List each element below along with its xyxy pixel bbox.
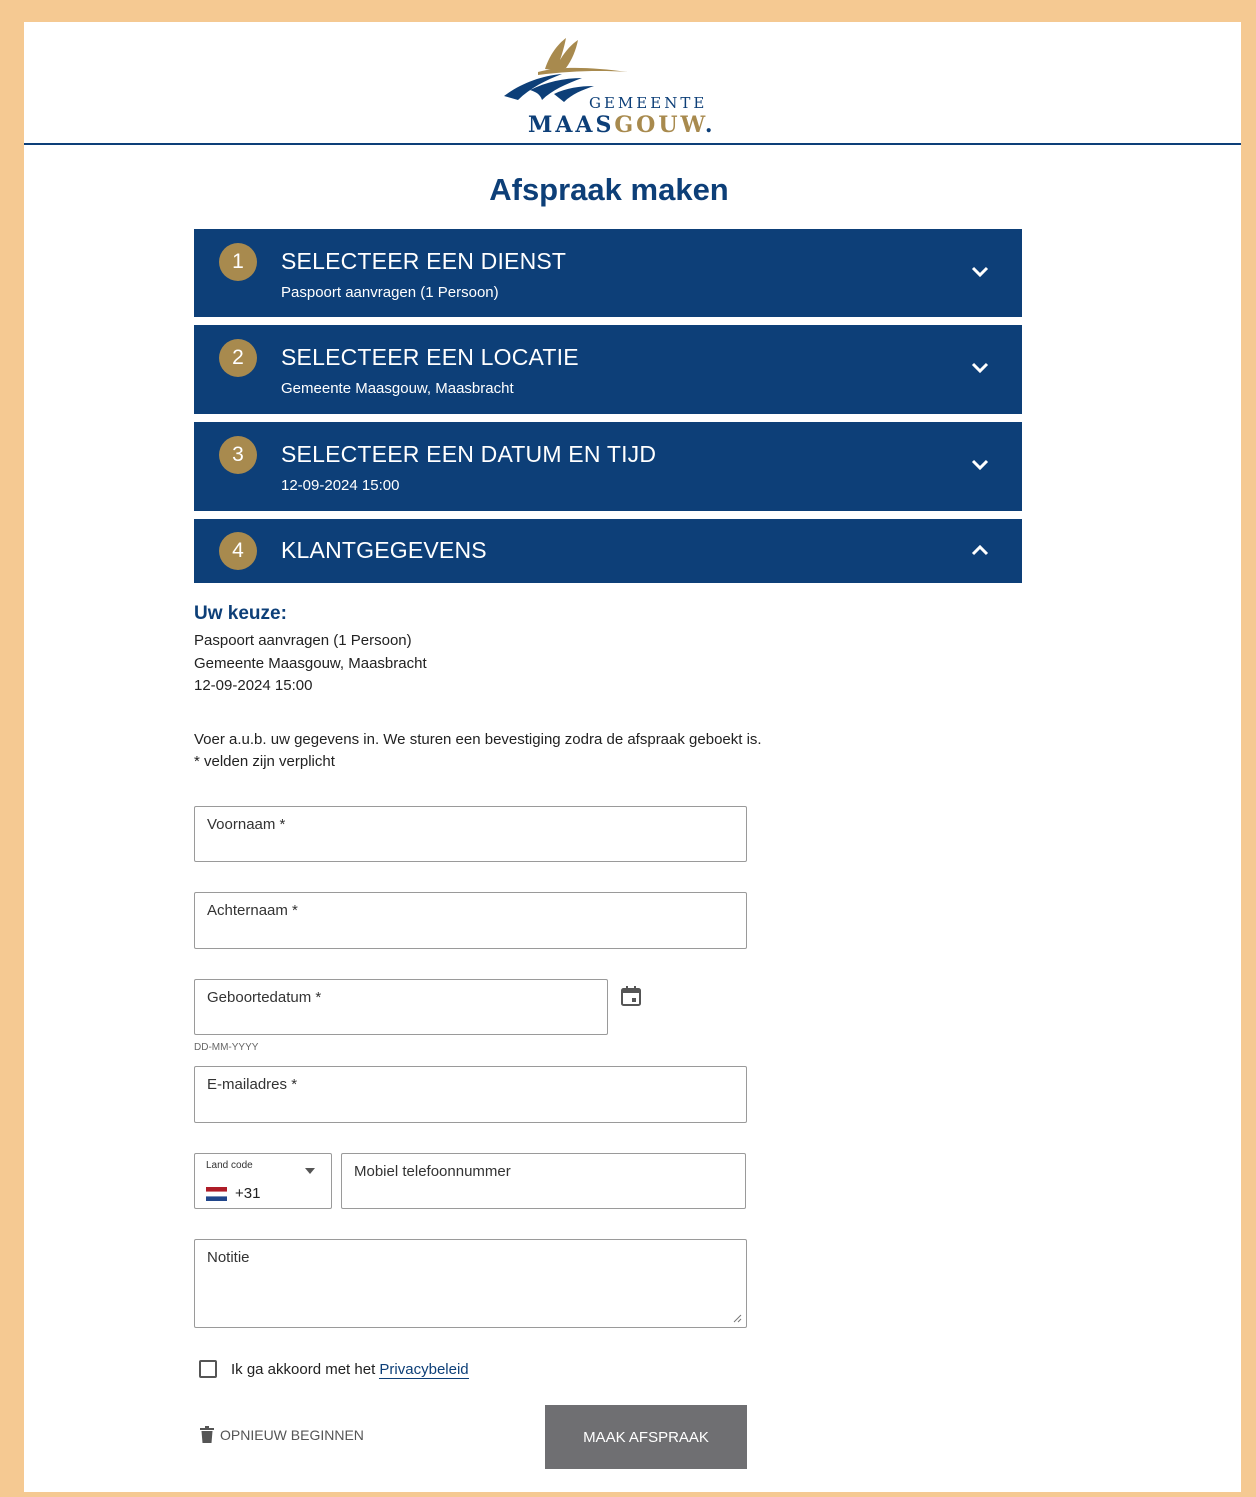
step-number-badge: 2 [219, 339, 257, 377]
step-select-location[interactable]: 2 SELECTEER EEN LOCATIE Gemeente Maasgou… [194, 325, 1022, 414]
birthdate-field[interactable]: Geboortedatum * [194, 979, 608, 1035]
choice-service: Paspoort aanvragen (1 Persoon) [194, 632, 412, 649]
step-number-badge: 4 [219, 532, 257, 570]
choice-datetime: 12-09-2024 15:00 [194, 677, 313, 694]
logo-text-maas: MAAS [528, 112, 615, 138]
logo-text-dot: . [704, 112, 716, 138]
required-fields-note: * velden zijn verplicht [194, 753, 335, 770]
firstname-field[interactable]: Voornaam * [194, 806, 747, 862]
step-summary: Paspoort aanvragen (1 Persoon) [281, 284, 499, 301]
instructions-text: Voer a.u.b. uw gegevens in. We sturen ee… [194, 731, 762, 748]
calendar-icon[interactable] [620, 985, 642, 1007]
step-select-date-time[interactable]: 3 SELECTEER EEN DATUM EN TIJD 12-09-2024… [194, 422, 1022, 511]
lastname-label: Achternaam * [207, 902, 298, 919]
header: GEMEENTE MAASGOUW. [24, 22, 1241, 145]
page-title: Afspraak maken [489, 172, 729, 207]
country-code-select[interactable]: Land code +31 [194, 1153, 332, 1209]
restart-label: OPNIEUW BEGINNEN [220, 1426, 364, 1443]
privacy-policy-link[interactable]: Privacybeleid [379, 1361, 469, 1379]
privacy-consent-text: Ik ga akkoord met het Privacybeleid [231, 1361, 469, 1379]
chevron-down-icon[interactable] [970, 265, 990, 279]
step-title: SELECTEER EEN LOCATIE [281, 344, 579, 370]
mobile-phone-field[interactable]: Mobiel telefoonnummer [341, 1153, 746, 1209]
step-number-badge: 1 [219, 243, 257, 281]
country-code-value: +31 [235, 1185, 261, 1202]
logo-text-gouw: GOUW [614, 112, 705, 138]
chevron-down-icon[interactable] [970, 458, 990, 472]
gemeente-maasgouw-logo[interactable]: GEMEENTE MAASGOUW. [500, 34, 730, 140]
note-textarea[interactable]: Notitie [194, 1239, 747, 1328]
restart-button[interactable]: OPNIEUW BEGINNEN [200, 1426, 364, 1443]
resize-handle-icon[interactable] [732, 1313, 742, 1323]
step-title: SELECTEER EEN DATUM EN TIJD [281, 441, 657, 467]
step-summary: Gemeente Maasgouw, Maasbracht [281, 380, 514, 397]
note-label: Notitie [207, 1249, 250, 1266]
chevron-down-icon[interactable] [970, 361, 990, 375]
step-number-badge: 3 [219, 436, 257, 474]
choice-location: Gemeente Maasgouw, Maasbracht [194, 655, 427, 672]
mobile-phone-label: Mobiel telefoonnummer [354, 1163, 511, 1180]
logo-text-gemeente: GEMEENTE [589, 94, 708, 112]
firstname-label: Voornaam * [207, 816, 286, 833]
lastname-field[interactable]: Achternaam * [194, 892, 747, 949]
email-field[interactable]: E-mailadres * [194, 1066, 747, 1123]
step-select-service[interactable]: 1 SELECTEER EEN DIENST Paspoort aanvrage… [194, 229, 1022, 317]
step-title: KLANTGEGEVENS [281, 537, 487, 563]
logo-text-maasgouw: MAASGOUW. [528, 112, 715, 138]
country-code-label: Land code [206, 1160, 253, 1171]
trash-icon [200, 1426, 214, 1443]
choice-title: Uw keuze: [194, 603, 287, 624]
privacy-consent-checkbox[interactable] [199, 1360, 217, 1378]
step-title: SELECTEER EEN DIENST [281, 248, 567, 274]
step-summary: 12-09-2024 15:00 [281, 477, 400, 494]
chevron-up-icon[interactable] [970, 543, 990, 557]
make-appointment-button[interactable]: MAAK AFSPRAAK [545, 1405, 747, 1469]
netherlands-flag-icon [206, 1187, 227, 1201]
birthdate-label: Geboortedatum * [207, 989, 322, 1006]
birthdate-format-hint: DD-MM-YYYY [194, 1042, 259, 1053]
step-customer-details[interactable]: 4 KLANTGEGEVENS [194, 519, 1022, 583]
consent-label: Ik ga akkoord met het [231, 1361, 380, 1378]
caret-down-icon[interactable] [305, 1168, 315, 1174]
email-label: E-mailadres * [207, 1076, 298, 1093]
page-frame: GEMEENTE MAASGOUW. Afspraak maken 1 SELE… [24, 22, 1241, 1492]
